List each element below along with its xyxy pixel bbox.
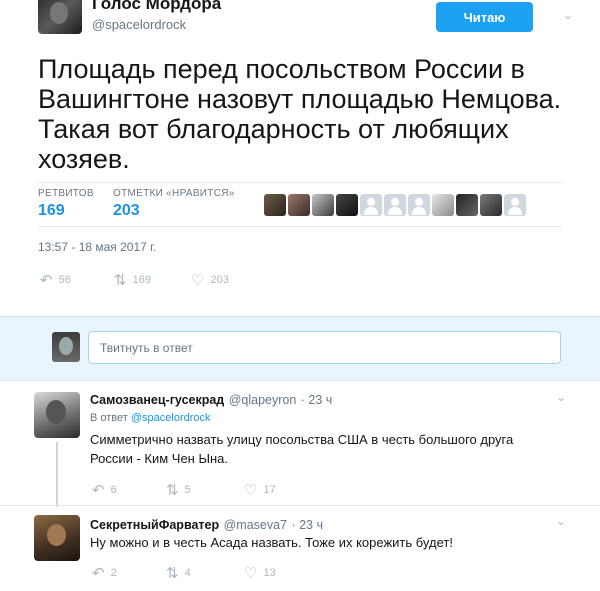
retweet-count: 5: [184, 484, 191, 496]
reply-text: Симметрично назвать улицу посольства США…: [90, 432, 514, 466]
retweet-action[interactable]: ⇅ 5: [166, 481, 191, 499]
liker-avatar[interactable]: [432, 194, 454, 216]
chevron-down-icon[interactable]: ⌄: [563, 8, 573, 22]
divider: [0, 380, 600, 381]
likes-stat[interactable]: ОТМЕТКИ «НРАВИТСЯ» 203: [113, 188, 235, 220]
liker-avatar[interactable]: [384, 194, 406, 216]
author-name[interactable]: Голос Мордора: [92, 0, 221, 14]
reply-author-name[interactable]: СекретныйФарватер: [90, 518, 219, 532]
retweets-label: РЕТВИТОВ: [38, 188, 94, 199]
retweet-count: 169: [132, 274, 151, 286]
author-handle[interactable]: @spacelordrock: [92, 17, 186, 32]
liker-avatar[interactable]: [480, 194, 502, 216]
retweet-action[interactable]: ⇅ 169: [114, 271, 151, 289]
chevron-down-icon[interactable]: ⌄: [556, 390, 566, 404]
author-avatar[interactable]: [38, 0, 82, 34]
likes-count: 203: [113, 202, 140, 219]
liker-avatar[interactable]: [408, 194, 430, 216]
reply-avatar[interactable]: [34, 515, 80, 561]
reply-count: 2: [110, 567, 117, 579]
reply-author-handle[interactable]: @qlapeyron: [229, 393, 297, 407]
heart-icon: ♡: [244, 482, 258, 499]
thread-connector: [56, 442, 58, 507]
reply-author-name[interactable]: Самозванец-гусекрад: [90, 393, 224, 407]
liker-avatar[interactable]: [336, 194, 358, 216]
retweet-action[interactable]: ⇅ 4: [166, 564, 191, 582]
retweets-count: 169: [38, 202, 65, 219]
reply-icon: ↶: [92, 565, 105, 582]
tweet-date[interactable]: 13:57 - 18 мая 2017 г.: [38, 240, 156, 254]
divider: [0, 505, 600, 506]
retweets-stat[interactable]: РЕТВИТОВ 169: [38, 188, 94, 220]
reply-input[interactable]: Твитнуть в ответ: [88, 331, 561, 364]
reply-action[interactable]: ↶ 6: [92, 481, 117, 499]
reply-header: СекретныйФарватер @maseva7 · 23 ч: [90, 516, 323, 534]
reply-text: Ну можно и в честь Асада назвать. Тоже и…: [90, 535, 453, 550]
retweet-icon: ⇅: [166, 565, 179, 582]
divider: [38, 182, 562, 183]
divider: [0, 316, 600, 317]
like-action[interactable]: ♡ 203: [191, 271, 229, 289]
likes-label: ОТМЕТКИ «НРАВИТСЯ»: [113, 188, 235, 199]
liker-avatar[interactable]: [312, 194, 334, 216]
reply-count: 6: [110, 484, 117, 496]
reply-action[interactable]: ↶ 56: [40, 271, 71, 289]
tweet-text: Площадь перед посольством России в Вашин…: [38, 54, 562, 174]
likers-avatars: [264, 194, 526, 216]
reply-icon: ↶: [92, 482, 105, 499]
liker-avatar[interactable]: [288, 194, 310, 216]
reply-header: Самозванец-гусекрад @qlapeyron · 23 ч: [90, 391, 332, 409]
reply-time[interactable]: · 23 ч: [291, 518, 323, 532]
like-action[interactable]: ♡ 17: [244, 481, 276, 499]
reply-action[interactable]: ↶ 2: [92, 564, 117, 582]
reply-count: 56: [58, 274, 71, 286]
in-reply-link[interactable]: @spacelordrock: [131, 412, 211, 424]
liker-avatar[interactable]: [456, 194, 478, 216]
heart-icon: ♡: [191, 272, 205, 289]
like-action[interactable]: ♡ 13: [244, 564, 276, 582]
like-count: 203: [210, 274, 229, 286]
in-reply-prefix: В ответ: [90, 412, 128, 424]
liker-avatar[interactable]: [360, 194, 382, 216]
reply-author-handle[interactable]: @maseva7: [224, 518, 287, 532]
retweet-icon: ⇅: [166, 482, 179, 499]
user-avatar: [52, 332, 80, 362]
chevron-down-icon[interactable]: ⌄: [556, 514, 566, 528]
reply-time[interactable]: · 23 ч: [301, 393, 333, 407]
divider: [38, 226, 562, 227]
in-reply-to: В ответ @spacelordrock: [90, 412, 211, 424]
liker-avatar[interactable]: [264, 194, 286, 216]
reply-icon: ↶: [40, 272, 53, 289]
follow-button[interactable]: Читаю: [436, 2, 533, 32]
like-count: 13: [263, 567, 276, 579]
retweet-icon: ⇅: [114, 272, 127, 289]
liker-avatar[interactable]: [504, 194, 526, 216]
like-count: 17: [263, 484, 276, 496]
heart-icon: ♡: [244, 565, 258, 582]
retweet-count: 4: [184, 567, 191, 579]
reply-avatar[interactable]: [34, 392, 80, 438]
